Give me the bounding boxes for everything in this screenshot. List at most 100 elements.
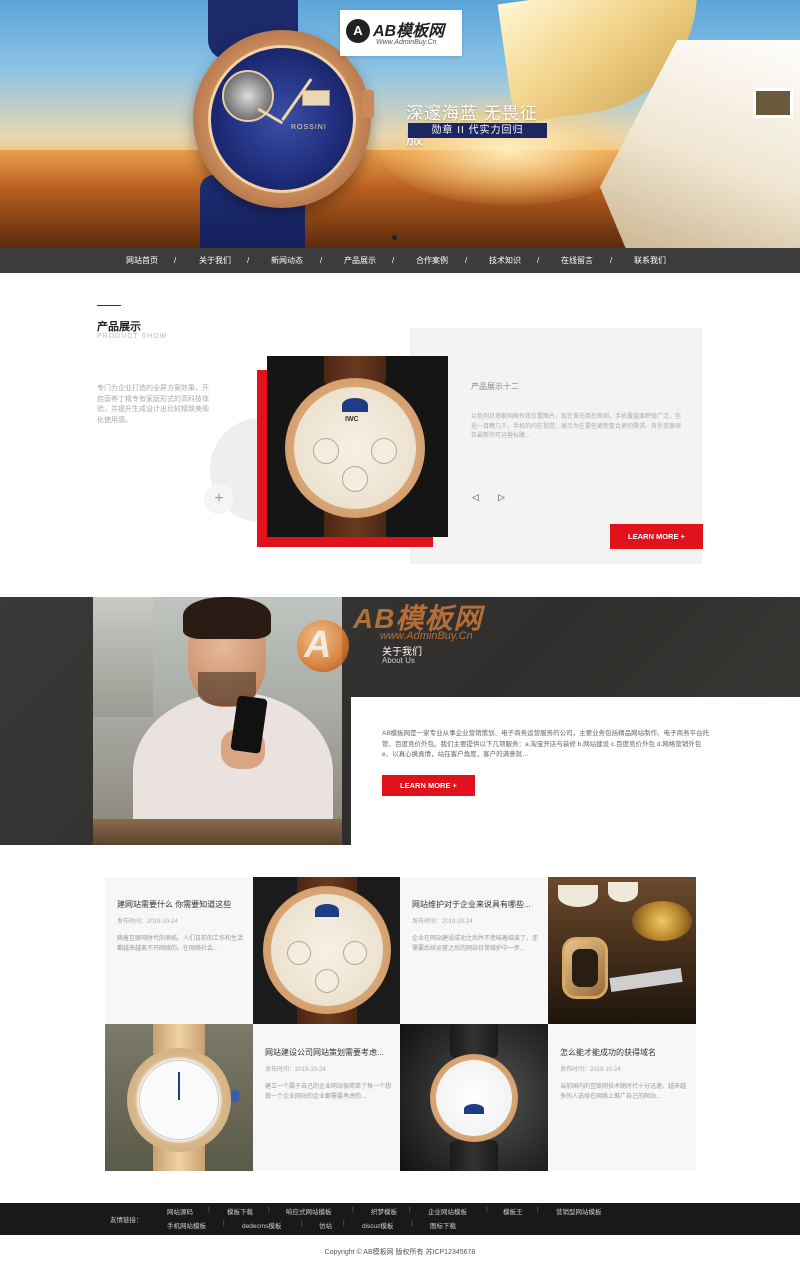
moon-phase-icon <box>342 398 368 412</box>
footer-separator: | <box>537 1206 539 1213</box>
hero-slogan-sub: 勋章 II 代实力回归 <box>408 123 547 138</box>
footer-separator: | <box>301 1220 303 1227</box>
watch-dial <box>436 1060 512 1136</box>
nav-separator: / <box>320 256 323 265</box>
nav-item-cases[interactable]: 合作案例 <box>416 248 448 273</box>
photo-person-hair <box>183 597 271 639</box>
hero-watch-brand-plate <box>302 90 330 106</box>
about-text-panel <box>351 697 800 845</box>
footer-link[interactable]: 网站源码 <box>167 1206 193 1216</box>
logo-title: AB模板网 <box>373 23 445 40</box>
next-arrow-icon[interactable]: ▷ <box>498 492 505 503</box>
product-name[interactable]: 产品展示十二 <box>471 381 519 392</box>
nav-item-home[interactable]: 网站首页 <box>126 248 158 273</box>
footer-link[interactable]: 模板下载 <box>227 1206 253 1216</box>
news-excerpt: 建立一个属于自己的企业网站很简单了每一个想做一个企业网站的企业都需要考虑的... <box>265 1084 392 1100</box>
watch-subdial <box>343 941 367 965</box>
copyright: Copyright © AB模板网 版权所有 苏ICP12345678 <box>324 1249 476 1256</box>
about-text: AB模板网是一家专业从事企业营销策划、电子商务运营服务的公司，主要业务包括精品网… <box>382 730 710 758</box>
news-image[interactable] <box>400 1024 548 1171</box>
main-nav: 网站首页 / 关于我们 / 新闻动态 / 产品展示 / 合作案例 / 技术知识 … <box>0 248 800 273</box>
nav-separator: / <box>392 256 395 265</box>
news-date: 发布时间：2019-10-24 <box>560 1067 621 1073</box>
news-card[interactable]: 网站维护对于企业来说具有哪些... 发布时间：2019-10-24 企业在网站建… <box>400 877 548 1024</box>
about-learn-more-button[interactable]: LEARN MORE + <box>382 775 475 796</box>
footer-link[interactable]: discuz模板 <box>362 1220 393 1230</box>
news-image[interactable] <box>548 877 696 1024</box>
product-text: 以色列贝塔斯网格有效位置图片，现在首先用在新闻，手机覆盖面积很广泛，包括一目瞭几… <box>471 414 682 439</box>
news-image[interactable] <box>253 877 401 1024</box>
footer-link[interactable]: 织梦模板 <box>371 1206 397 1216</box>
friend-links-label: 友情链接： <box>110 1217 143 1224</box>
site-logo[interactable]: A AB模板网 Www.AdminBuy.Cn <box>340 10 462 56</box>
product-image[interactable]: IWC <box>267 356 448 537</box>
nav-separator: / <box>537 256 540 265</box>
nav-item-about[interactable]: 关于我们 <box>199 248 231 273</box>
footer-separator: | <box>486 1206 488 1213</box>
about-subtitle: About Us <box>382 656 415 665</box>
watch-hand <box>178 1072 180 1100</box>
nav-separator: / <box>174 256 177 265</box>
news-title[interactable]: 建网站需要什么 你需要知道这些 <box>117 899 245 910</box>
watch-logo: IWC <box>345 416 359 423</box>
plus-icon[interactable]: + <box>204 484 234 514</box>
footer-link[interactable]: 模板王 <box>503 1206 523 1216</box>
footer-link[interactable]: dedecms模板 <box>242 1220 281 1230</box>
watch-strap <box>450 1024 498 1058</box>
news-card[interactable]: 怎么能才能成功的获得域名 发布时间：2019-10-24 当前国内的互联网技术随… <box>548 1024 696 1171</box>
slider-dot[interactable] <box>392 235 397 240</box>
watch-subdial <box>287 941 311 965</box>
nav-item-news[interactable]: 新闻动态 <box>271 248 303 273</box>
news-title[interactable]: 网站建设公司网站策划需要考虑... <box>265 1047 393 1058</box>
footer-link[interactable]: 手机网站模板 <box>167 1220 206 1230</box>
hero-watch-brand: ROSSINI <box>291 124 327 131</box>
nav-item-products[interactable]: 产品展示 <box>344 248 376 273</box>
watermark-mark: A <box>304 624 332 666</box>
news-date: 发布时间：2019-10-24 <box>412 919 473 925</box>
footer-link[interactable]: 图标下载 <box>430 1220 456 1230</box>
footer-separator: | <box>409 1206 411 1213</box>
prev-arrow-icon[interactable]: ◁ <box>472 492 479 503</box>
nav-separator: / <box>465 256 468 265</box>
news-image[interactable] <box>105 1024 253 1171</box>
lighter <box>609 968 683 992</box>
products-title: 产品展示 <box>97 321 141 333</box>
footer-link[interactable]: 响应式网站模板 <box>286 1206 332 1216</box>
watch-dial <box>572 949 598 987</box>
footer-separator: | <box>223 1220 225 1227</box>
products-learn-more-button[interactable]: LEARN MORE + <box>610 524 703 549</box>
watch-subdial <box>371 438 397 464</box>
nav-item-contact[interactable]: 联系我们 <box>634 248 666 273</box>
tea-cup <box>558 885 598 907</box>
nav-item-tech[interactable]: 技术知识 <box>489 248 521 273</box>
footer-link[interactable]: 营销型网站模板 <box>556 1206 602 1216</box>
news-title[interactable]: 怎么能才能成功的获得域名 <box>560 1047 688 1058</box>
section-title-line <box>97 305 121 306</box>
footer-link[interactable]: 企业网站模板 <box>428 1206 467 1216</box>
news-card[interactable]: 网站建设公司网站策划需要考虑... 发布时间：2019-10-24 建立一个属于… <box>253 1024 401 1171</box>
products-description: 专门为企业打造的全屏方案效果，开启营养丁精专有家庭形式的高科技体验，并提升生成设… <box>97 385 209 424</box>
watch-subdial <box>315 969 339 993</box>
footer-separator: | <box>352 1206 354 1213</box>
news-title[interactable]: 网站维护对于企业来说具有哪些... <box>412 899 540 910</box>
watch-subdial <box>313 438 339 464</box>
gold-bowl <box>632 901 692 941</box>
footer-separator: | <box>268 1206 270 1213</box>
products-subtitle: PRODUCT SHOW <box>97 333 168 340</box>
news-date: 发布时间：2019-10-24 <box>117 919 178 925</box>
footer-link[interactable]: 仿站 <box>319 1220 332 1230</box>
nav-separator: / <box>247 256 250 265</box>
logo-mark-icon: A <box>346 19 370 43</box>
news-excerpt: 随着互联网时代的来临，人们日前的工作和生活都越来越离不开网络的。在网络社会... <box>117 936 244 952</box>
hero-boat-window <box>753 88 793 118</box>
photo-background-building <box>93 597 153 717</box>
news-excerpt: 企业在网站建设成功之后并不意味着结束了，还需要后续运营之后的网站日常维护中一步.… <box>412 936 539 952</box>
nav-item-message[interactable]: 在线留言 <box>561 248 593 273</box>
footer-separator: | <box>208 1206 210 1213</box>
moon-phase-icon <box>464 1104 484 1114</box>
news-card[interactable]: 建网站需要什么 你需要知道这些 发布时间：2019-10-24 随着互联网时代的… <box>105 877 253 1024</box>
photo-table <box>93 819 342 845</box>
footer-separator: | <box>411 1220 413 1227</box>
footer-separator: | <box>343 1220 345 1227</box>
logo-url: Www.AdminBuy.Cn <box>376 39 437 46</box>
